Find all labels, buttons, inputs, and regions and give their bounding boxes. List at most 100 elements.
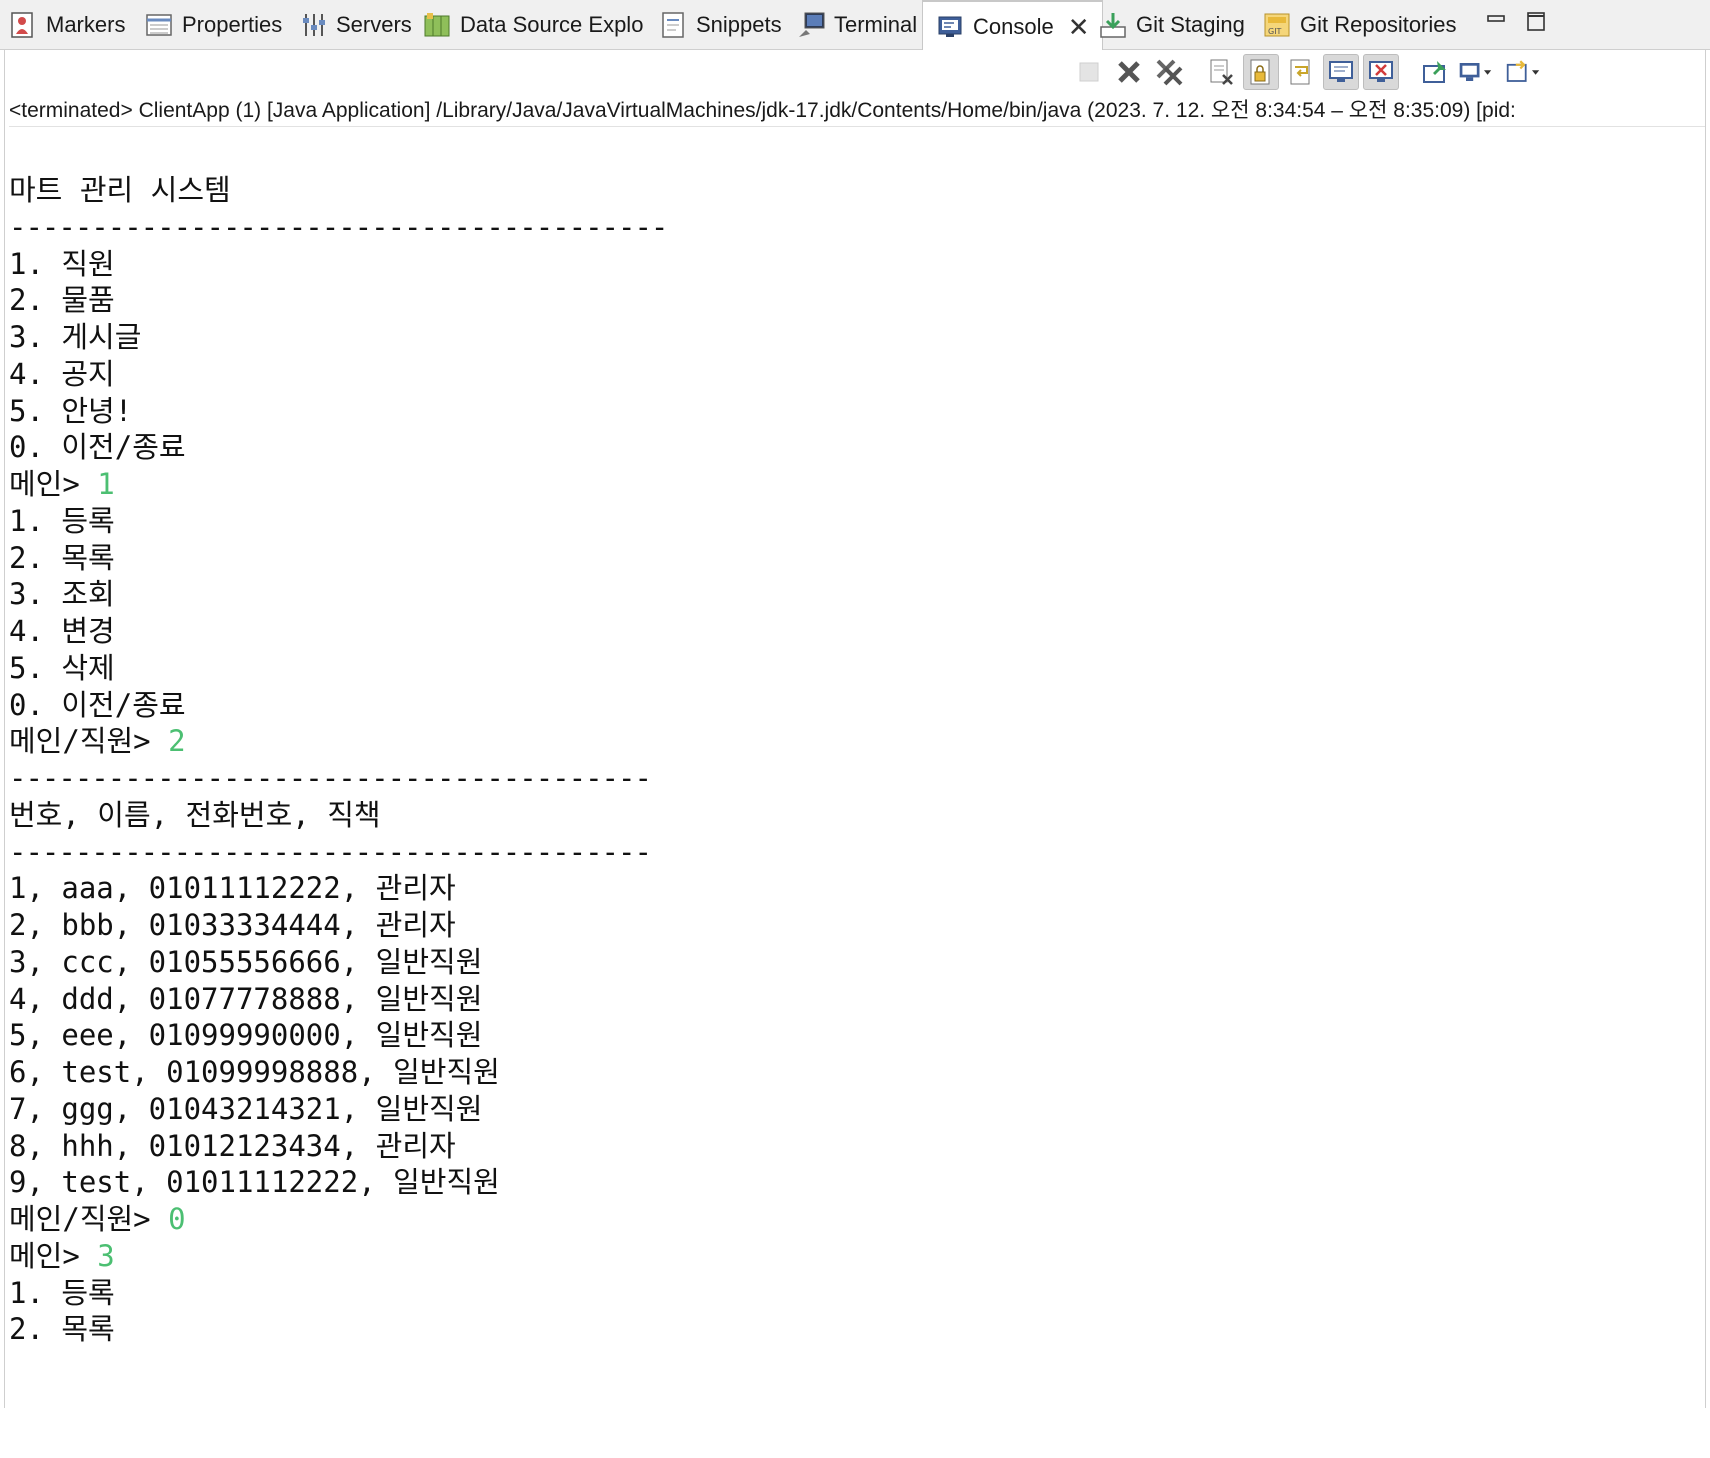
- console-line-text: 3. 조회: [9, 577, 115, 612]
- console-line-text: 4. 공지: [9, 356, 115, 391]
- tab-data-source-explorer[interactable]: Data Source Explo: [422, 0, 643, 50]
- remove-launch-icon[interactable]: [1111, 54, 1147, 90]
- console-line-text: 0. 이전/종료: [9, 430, 186, 465]
- user-input-text: 3: [97, 1238, 115, 1273]
- tab-console[interactable]: Console ✕: [922, 0, 1103, 51]
- view-tab-bar: Markers Properties Servers Data Source E…: [0, 0, 1710, 51]
- tab-label: Data Source Explo: [460, 12, 644, 37]
- console-line-text: 6, test, 01099998888, 일반직원: [9, 1055, 500, 1089]
- git-repositories-icon: GIT: [1262, 10, 1292, 40]
- console-line-text: 2. 물품: [9, 283, 115, 318]
- console-line: 5. 안녕!: [9, 393, 1705, 430]
- console-line-text: ---------------------------------------: [9, 834, 652, 869]
- tab-servers[interactable]: Servers: [298, 0, 412, 50]
- console-line-text: 마트 관리 시스템: [9, 173, 231, 207]
- tab-label: Git Staging: [1136, 12, 1245, 37]
- markers-icon: [8, 10, 38, 40]
- console-line-text: 번호, 이름, 전화번호, 직책: [9, 797, 381, 832]
- console-line-text: 메인>: [9, 467, 98, 501]
- console-line-text: 5. 삭제: [9, 650, 115, 685]
- console-line-text: 2. 목록: [9, 1312, 115, 1347]
- console-line: 8, hhh, 01012123434, 관리자: [9, 1128, 1705, 1165]
- console-line-text: 5, eee, 01099990000, 일반직원: [9, 1018, 483, 1053]
- console-line-text: 2, bbb, 01033334444, 관리자: [9, 908, 456, 942]
- tab-terminal[interactable]: Terminal: [796, 0, 917, 50]
- console-line: 2. 물품: [9, 282, 1705, 319]
- show-on-stdout-icon[interactable]: [1323, 54, 1359, 90]
- console-line: 0. 이전/종료: [9, 429, 1705, 466]
- remove-all-terminated-icon[interactable]: [1151, 54, 1187, 90]
- console-line: 1. 직원: [9, 246, 1705, 283]
- snippets-icon: [658, 10, 688, 40]
- console-line: 6, test, 01099998888, 일반직원: [9, 1054, 1705, 1091]
- console-line: 1, aaa, 01011112222, 관리자: [9, 870, 1705, 907]
- tab-markers[interactable]: Markers: [8, 0, 125, 50]
- console-line-text: 3, ccc, 01055556666, 일반직원: [9, 944, 483, 979]
- tab-label: Snippets: [696, 12, 782, 37]
- open-console-icon[interactable]: [1505, 54, 1541, 90]
- console-line-text: 메인/직원>: [9, 1202, 169, 1236]
- tab-git-staging[interactable]: Git Staging: [1098, 0, 1245, 50]
- console-line: 3. 조회: [9, 576, 1705, 613]
- console-line: ---------------------------------------: [9, 760, 1705, 797]
- console-line: 메인> 1: [9, 466, 1705, 503]
- terminate-icon[interactable]: [1071, 54, 1107, 90]
- console-line: 메인/직원> 2: [9, 723, 1705, 760]
- console-line-text: ---------------------------------------: [9, 761, 652, 795]
- console-line: ----------------------------------------: [9, 209, 1705, 246]
- process-info: <terminated> ClientApp (1) [Java Applica…: [9, 96, 1705, 127]
- tab-snippets[interactable]: Snippets: [658, 0, 782, 50]
- clear-console-icon[interactable]: [1203, 54, 1239, 90]
- word-wrap-icon[interactable]: [1283, 54, 1319, 90]
- console-line-text: 4, ddd, 01077778888, 일반직원: [9, 981, 483, 1016]
- console-line: 5, eee, 01099990000, 일반직원: [9, 1017, 1705, 1054]
- tab-properties[interactable]: Properties: [144, 0, 282, 50]
- console-line-text: 1, aaa, 01011112222, 관리자: [9, 871, 456, 906]
- console-output[interactable]: 마트 관리 시스템 -------------------------------…: [9, 172, 1705, 1458]
- console-line: 번호, 이름, 전화번호, 직책: [9, 797, 1705, 834]
- terminal-icon: [796, 10, 826, 40]
- console-line-text: 9, test, 01011112222, 일반직원: [9, 1165, 500, 1200]
- console-icon: [935, 12, 965, 42]
- scroll-lock-icon[interactable]: [1243, 54, 1279, 90]
- user-input-text: 0: [168, 1202, 186, 1236]
- console-line-text: 7, ggg, 01043214321, 일반직원: [9, 1091, 483, 1126]
- tab-label: Servers: [336, 12, 412, 37]
- console-line-text: 0. 이전/종료: [9, 687, 186, 722]
- show-on-stderr-icon[interactable]: [1363, 54, 1399, 90]
- console-line-text: 1. 등록: [9, 1275, 115, 1310]
- console-line: 1. 등록: [9, 1275, 1705, 1312]
- console-line: 1. 등록: [9, 503, 1705, 540]
- console-line-text: 4. 변경: [9, 614, 115, 648]
- console-line-text: ----------------------------------------: [9, 209, 668, 244]
- console-line-text: 1. 등록: [9, 503, 115, 538]
- tab-label: Console: [973, 13, 1054, 39]
- console-line: 4, ddd, 01077778888, 일반직원: [9, 981, 1705, 1018]
- display-selected-console-icon[interactable]: [1457, 54, 1493, 90]
- console-line: 3, ccc, 01055556666, 일반직원: [9, 944, 1705, 981]
- console-line-text: 메인/직원>: [9, 724, 169, 759]
- user-input-text: 1: [97, 467, 115, 501]
- console-line: 4. 공지: [9, 356, 1705, 393]
- console-line: 0. 이전/종료: [9, 687, 1705, 724]
- minimize-icon[interactable]: [1482, 8, 1510, 36]
- console-line: 메인/직원> 0: [9, 1201, 1705, 1238]
- console-line-text: 3. 게시글: [9, 320, 142, 354]
- console-line: 2. 목록: [9, 1311, 1705, 1348]
- tab-git-repositories[interactable]: GIT Git Repositories: [1262, 0, 1457, 50]
- tab-label: Properties: [182, 12, 283, 37]
- git-staging-icon: [1098, 10, 1128, 40]
- console-line: 3. 게시글: [9, 319, 1705, 356]
- maximize-icon[interactable]: [1522, 8, 1550, 36]
- tab-label: Markers: [46, 12, 126, 37]
- close-icon[interactable]: ✕: [1068, 14, 1090, 40]
- console-line-text: 5. 안녕!: [9, 393, 133, 428]
- console-line-text: 2. 목록: [9, 540, 115, 575]
- console-line: 7, ggg, 01043214321, 일반직원: [9, 1091, 1705, 1128]
- console-line: 9, test, 01011112222, 일반직원: [9, 1164, 1705, 1201]
- console-line-text: 8, hhh, 01012123434, 관리자: [9, 1128, 456, 1163]
- console-line: 5. 삭제: [9, 650, 1705, 687]
- pin-console-icon[interactable]: [1417, 54, 1453, 90]
- tab-label: Terminal: [834, 12, 918, 37]
- servers-icon: [298, 10, 328, 40]
